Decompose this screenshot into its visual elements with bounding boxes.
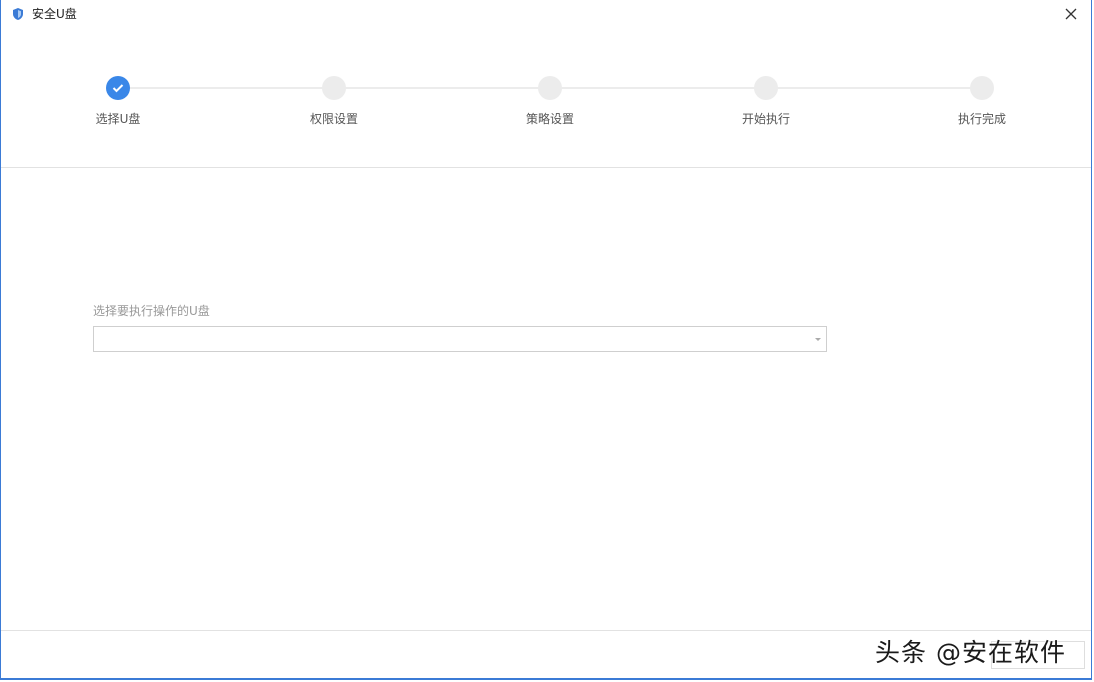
header-divider [1,167,1091,168]
step-pending-indicator [322,76,346,100]
title-bar: 安全U盘 [1,0,1091,28]
step-pending-indicator [970,76,994,100]
step-permission-settings: 权限设置 [274,76,394,127]
app-window: 安全U盘 选择U盘 权限设置 策略设置 开始执行 执行完成 选择要执行操作的U盘… [0,0,1092,680]
step-pending-indicator [538,76,562,100]
step-execution-complete: 执行完成 [922,76,1042,127]
footer-divider [1,630,1091,631]
step-label: 权限设置 [309,112,358,126]
step-label: 执行完成 [957,112,1006,126]
close-icon [1065,8,1077,20]
window-title: 安全U盘 [32,7,77,21]
step-pending-indicator [754,76,778,100]
step-label: 开始执行 [741,112,790,126]
close-button[interactable] [1061,4,1081,24]
usb-select-dropdown[interactable] [93,326,827,352]
step-progress: 选择U盘 权限设置 策略设置 开始执行 执行完成 [1,76,1091,136]
chevron-down-icon [815,338,821,341]
check-icon [112,84,124,93]
usb-select-label: 选择要执行操作的U盘 [93,304,210,318]
step-select-usb: 选择U盘 [58,76,178,127]
step-done-indicator [106,76,130,100]
step-label: 选择U盘 [95,112,141,126]
step-policy-settings: 策略设置 [490,76,610,127]
shield-app-icon [12,6,24,20]
watermark-text: 头条 @安在软件 [875,638,1066,667]
step-start-execution: 开始执行 [706,76,826,127]
step-label: 策略设置 [525,112,574,126]
